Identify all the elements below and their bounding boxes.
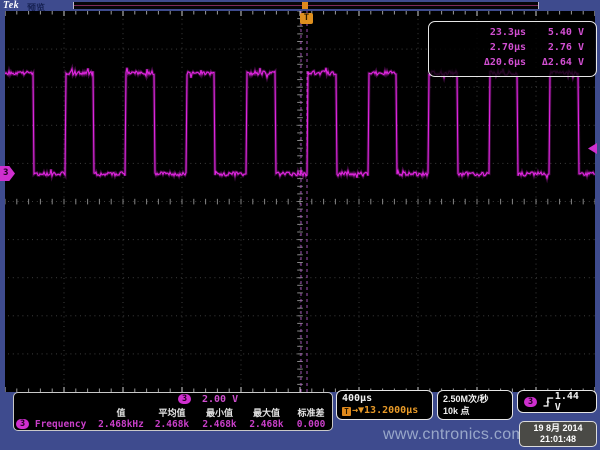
measurement-table: 值 平均值 最小值 最大值 标准差 3 Frequency 2.468kHz 2… xyxy=(14,406,332,430)
cursor-a-volt: 5.40 V xyxy=(526,27,584,42)
measurement-header-row: 值 平均值 最小值 最大值 标准差 xyxy=(14,406,332,418)
trigger-readout-box: 3 1.44 V xyxy=(517,390,597,413)
sample-rate: 2.50M次/秒 xyxy=(443,393,512,405)
horizontal-readout-box: 400μs T→▼13.2000μs xyxy=(336,390,433,420)
cursor-row-b: 2.70μs 2.76 V xyxy=(429,42,596,57)
cursor-b-volt: 2.76 V xyxy=(526,42,584,57)
time-label: 21:01:48 xyxy=(520,434,596,445)
measurement-channel-badge: 3 xyxy=(16,419,29,429)
channel-3-scale: 2.00 V xyxy=(202,394,238,405)
header-mean: 平均值 xyxy=(148,406,196,419)
rising-edge-icon xyxy=(542,396,555,408)
measurement-row-frequency: 3 Frequency 2.468kHz 2.468k 2.468k 2.468… xyxy=(14,418,332,430)
tek-logo: Tek xyxy=(3,0,19,11)
horizontal-delay: →▼13.2000μs xyxy=(352,405,418,417)
measurement-mean: 2.468k xyxy=(148,419,196,430)
acquisition-readout-box: 2.50M次/秒 10k 点 xyxy=(437,390,513,420)
measurement-value: 2.468kHz xyxy=(94,419,148,430)
measurement-name-cell: 3 Frequency xyxy=(14,419,94,430)
cursor-a-time: 23.3μs xyxy=(429,27,526,42)
measurement-stddev: 0.000 xyxy=(290,419,332,430)
watermark-text: www.cntronics.com xyxy=(383,426,525,444)
oscilloscope-screen: Tek 预览 T 3 23.3μs 5.40 V 2.70μs 2.76 V Δ… xyxy=(0,0,600,450)
measurement-name: Frequency xyxy=(35,419,86,430)
measurement-max: 2.468k xyxy=(243,419,290,430)
measurement-min: 2.468k xyxy=(196,419,243,430)
record-trigger-position-marker xyxy=(302,2,308,9)
cursor-delta-volt: Δ2.64 V xyxy=(526,57,584,72)
horizontal-scale: 400μs xyxy=(342,392,432,405)
header-stddev: 标准差 xyxy=(290,406,332,419)
cursor-row-delta: Δ20.6μs Δ2.64 V xyxy=(429,57,596,72)
channel-3-badge: 3 xyxy=(178,394,191,404)
header-max: 最大值 xyxy=(243,406,290,419)
trigger-source-badge: 3 xyxy=(524,397,537,407)
header-value: 值 xyxy=(94,406,148,419)
bottom-readout-box: 3 2.00 V 值 平均值 最小值 最大值 标准差 3 Frequency 2… xyxy=(13,392,333,431)
cursor-row-a: 23.3μs 5.40 V xyxy=(429,27,596,42)
date-label: 19 8月 2014 xyxy=(520,423,596,434)
channel-scale-row: 3 2.00 V xyxy=(14,394,332,406)
trigger-chip-icon: T xyxy=(342,407,351,416)
cursor-b-time: 2.70μs xyxy=(429,42,526,57)
cursor-readout-box: 23.3μs 5.40 V 2.70μs 2.76 V Δ20.6μs Δ2.6… xyxy=(428,21,597,77)
record-view-bar xyxy=(73,2,539,9)
trigger-position-flag: T xyxy=(300,13,313,24)
cursor-delta-time: Δ20.6μs xyxy=(429,57,526,72)
datetime-box: 19 8月 2014 21:01:48 xyxy=(519,421,597,447)
horizontal-delay-row: T→▼13.2000μs xyxy=(342,405,432,417)
header-min: 最小值 xyxy=(196,406,243,419)
record-length: 10k 点 xyxy=(443,405,512,417)
top-status-bar: Tek 预览 xyxy=(0,0,600,11)
trigger-level: 1.44 V xyxy=(555,391,590,413)
